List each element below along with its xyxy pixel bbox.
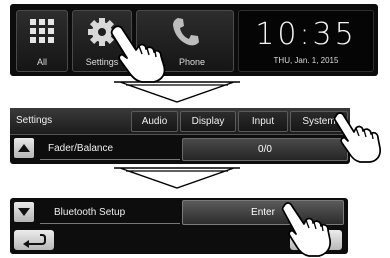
down-arrow-icon <box>114 167 240 189</box>
scroll-up-button[interactable] <box>14 138 34 158</box>
fader-balance-value-button[interactable]: 0/0 <box>182 138 348 161</box>
fader-balance-label: Fader/Balance <box>48 143 114 154</box>
tab-input[interactable]: Input <box>238 111 288 132</box>
all-tile-label: All <box>36 57 47 67</box>
pointing-hand-icon <box>333 112 381 163</box>
up-arrow-icon <box>18 144 30 152</box>
pointing-hand-icon <box>110 25 166 83</box>
clock-time: 10:35 <box>255 17 357 52</box>
down-arrow-icon <box>114 81 240 103</box>
home-screen: All Settings Phone 10:35 THU, Jan. 1, 20… <box>10 4 378 76</box>
settings-screen: Settings Audio Display Input System Fade… <box>10 108 350 164</box>
row-divider <box>40 223 180 224</box>
tab-audio[interactable]: Audio <box>131 111 178 132</box>
pointing-hand-icon <box>281 202 331 257</box>
scroll-down-button[interactable] <box>14 202 34 222</box>
down-arrow-icon <box>18 208 30 216</box>
clock-panel: 10:35 THU, Jan. 1, 2015 <box>238 10 374 72</box>
tab-display[interactable]: Display <box>180 111 236 132</box>
return-arrow-icon <box>23 234 46 248</box>
fader-balance-row: Fader/Balance 0/0 <box>10 136 350 162</box>
settings-header: Settings Audio Display Input System <box>10 108 350 135</box>
row-divider <box>40 159 180 160</box>
page-title: Settings <box>16 115 53 126</box>
back-button[interactable] <box>14 230 54 250</box>
clock-date: THU, Jan. 1, 2015 <box>273 56 339 65</box>
all-tile[interactable]: All <box>16 10 68 72</box>
grid-icon <box>30 19 54 43</box>
bluetooth-setup-label: Bluetooth Setup <box>54 207 126 218</box>
